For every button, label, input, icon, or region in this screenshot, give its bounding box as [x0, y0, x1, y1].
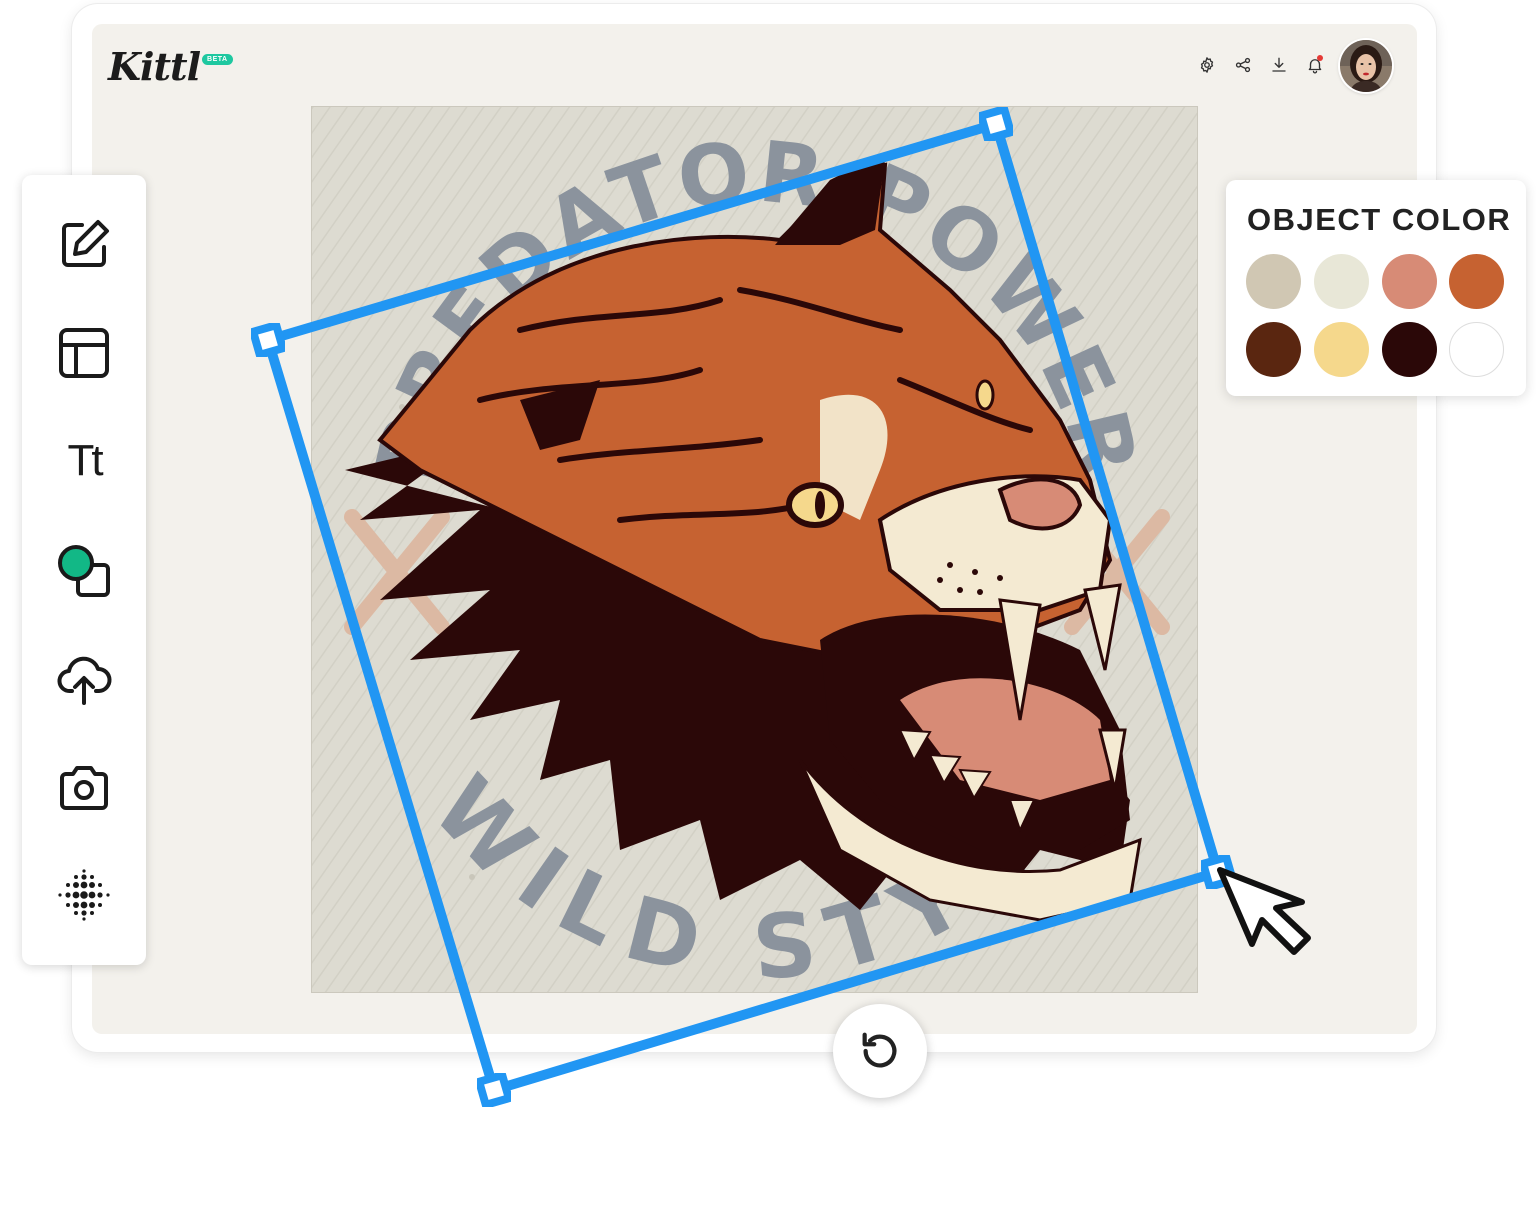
upload-tool[interactable]: [56, 651, 112, 707]
object-color-panel: OBJECT COLOR: [1226, 180, 1526, 396]
color-swatch[interactable]: [1449, 254, 1504, 309]
shapes-icon: [58, 545, 110, 597]
text-tool[interactable]: Tt: [56, 433, 112, 489]
rotate-icon: [862, 1032, 897, 1068]
layout-icon: [59, 328, 109, 378]
rotate-button[interactable]: [833, 1004, 927, 1098]
upload-cloud-icon: [57, 656, 112, 705]
camera-icon: [60, 766, 108, 810]
halftone-tool[interactable]: [56, 867, 112, 923]
templates-tool[interactable]: [56, 325, 112, 381]
color-swatch[interactable]: [1246, 322, 1301, 377]
tool-sidebar: Tt: [22, 175, 146, 965]
photos-tool[interactable]: [56, 760, 112, 816]
edit-icon: [62, 220, 109, 267]
color-swatch[interactable]: [1382, 322, 1437, 377]
color-swatch[interactable]: [1246, 254, 1301, 309]
text-icon: Tt: [67, 436, 103, 485]
color-swatch[interactable]: [1314, 322, 1369, 377]
object-color-title: OBJECT COLOR: [1247, 202, 1512, 237]
mouse-pointer-icon: [1217, 867, 1311, 955]
resize-handle-bottom-left[interactable]: [477, 1073, 511, 1107]
resize-handle-top-left[interactable]: [251, 323, 285, 357]
color-swatch[interactable]: [1314, 254, 1369, 309]
edit-tool[interactable]: [56, 217, 112, 273]
color-swatch[interactable]: [1382, 254, 1437, 309]
halftone-icon: [58, 869, 110, 921]
resize-handle-top-right[interactable]: [979, 107, 1013, 141]
color-swatch[interactable]: [1449, 322, 1504, 377]
elements-tool[interactable]: [56, 543, 112, 599]
